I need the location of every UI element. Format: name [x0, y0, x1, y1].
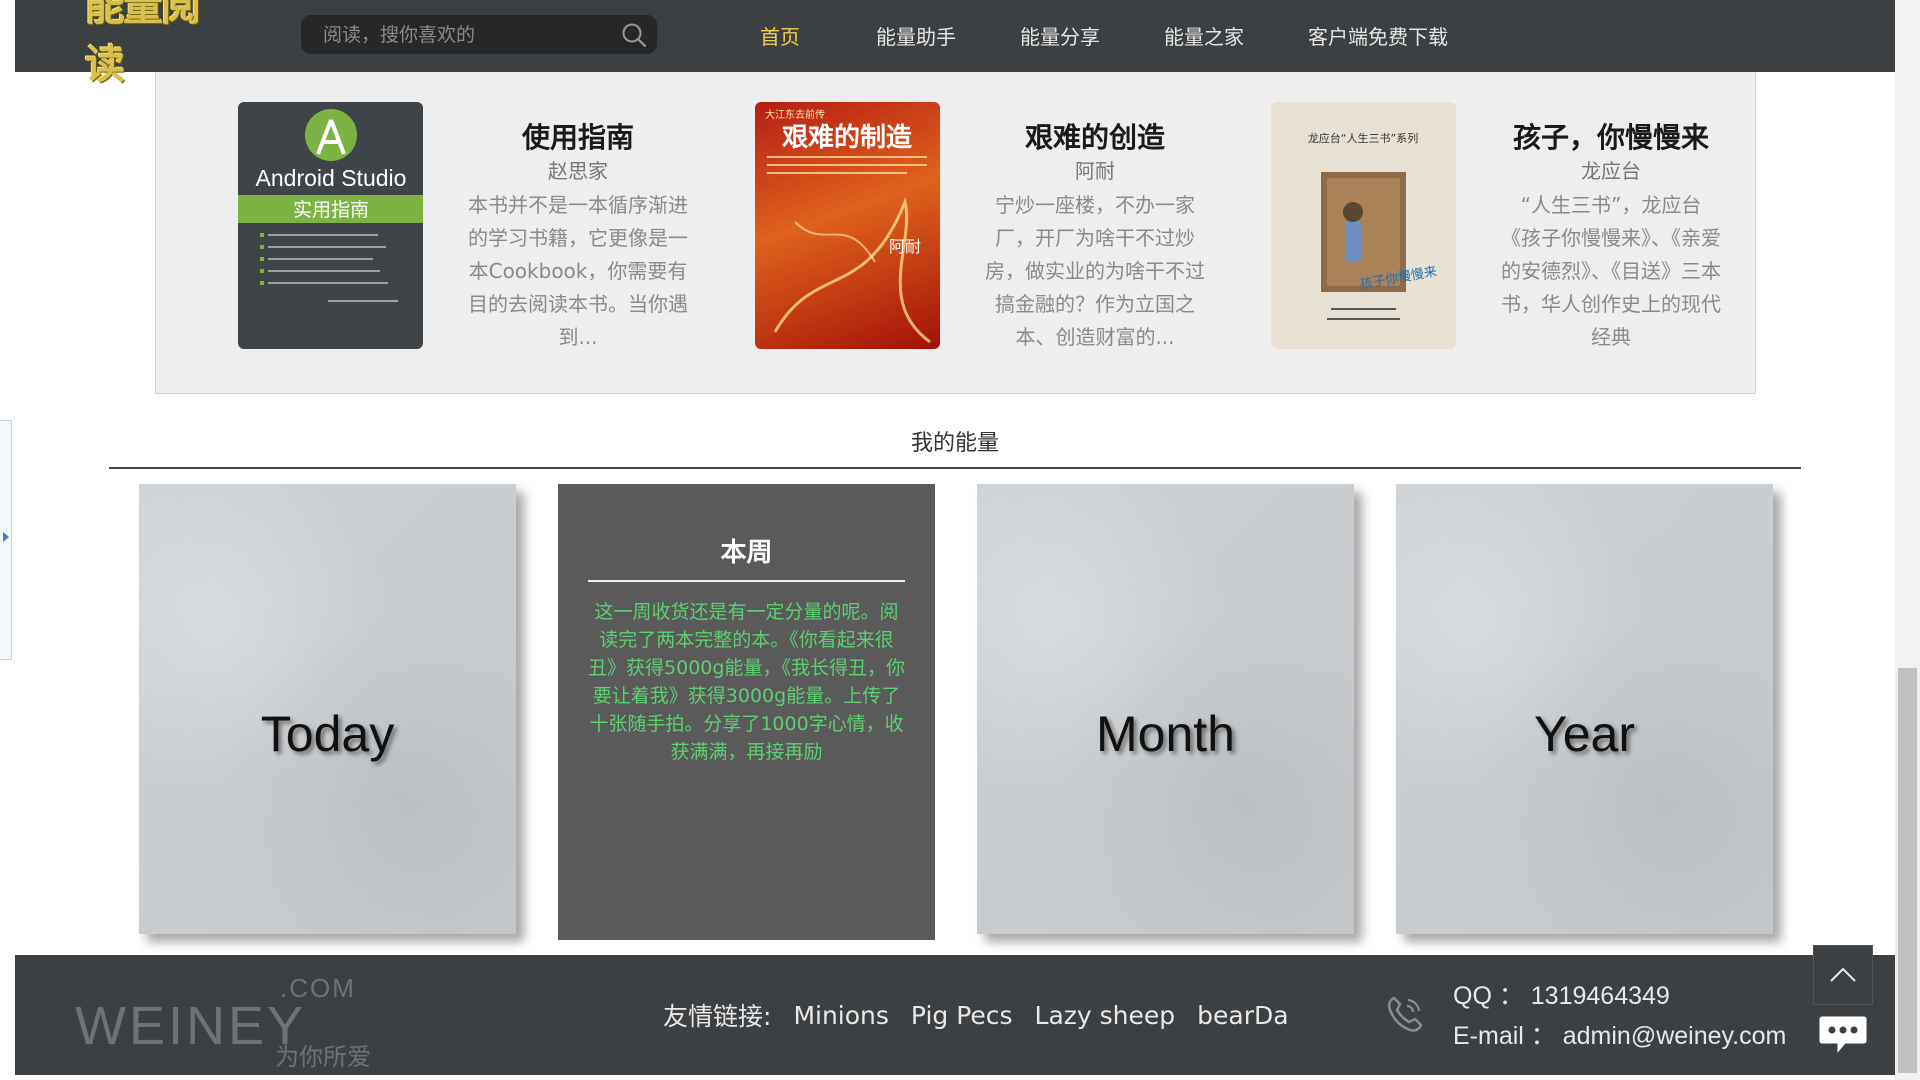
- site-header: 能量阅读 首页 能量助手 能量分享 能量之家 客户端免费下载: [15, 0, 1895, 88]
- book-description: “人生三书”，龙应台《孩子你慢慢来》、《亲爱的安德烈》、《目送》三本书，华人创作…: [1501, 193, 1721, 349]
- book-cover[interactable]: 龙应台“人生三书”系列 孩子你慢慢来: [1271, 102, 1456, 349]
- energy-card-week[interactable]: 本周 这一周收货还是有一定分量的呢。阅读完了两本完整的本。《你看起来很丑》获得5…: [558, 484, 935, 940]
- book-author: 龙应台: [1581, 159, 1641, 183]
- cover-title-line2: 实用指南: [293, 199, 369, 221]
- book-cover[interactable]: 大江东去前传 艰难的制造 阿耐: [755, 102, 940, 349]
- cover-series: 龙应台“人生三书”系列: [1308, 131, 1418, 145]
- book-title[interactable]: 使用指南: [468, 120, 688, 156]
- cover-author: 阿耐: [889, 237, 921, 256]
- book-info: 艰难的创造 阿耐 宁炒一座楼，不办一家厂，开厂为啥干不过炒房，做实业的为啥干不过…: [985, 102, 1205, 354]
- contact-info: QQ ： 1319464349 E-mail ： admin@weiney.co…: [1453, 976, 1786, 1056]
- scrollbar-thumb[interactable]: [1898, 668, 1917, 1073]
- phone-icon: [1387, 996, 1423, 1032]
- friend-link-lazy-sheep[interactable]: Lazy sheep: [1035, 1001, 1176, 1030]
- footer-slogan: 为你所爱: [275, 1043, 371, 1071]
- book-author: 阿耐: [1075, 159, 1115, 183]
- hard-manufacturing-cover-art: 大江东去前传 艰难的制造 阿耐: [765, 108, 931, 344]
- book-info: 使用指南 赵思家 本书并不是一本循序渐进的学习书籍，它更像是一本Cookbook…: [468, 102, 688, 354]
- cover-title-line1: Android Studio: [256, 165, 407, 191]
- nav-energy-share[interactable]: 能量分享: [1020, 0, 1100, 72]
- cover-subtitle: 大江东去前传: [765, 108, 825, 121]
- energy-card-month[interactable]: Month: [977, 484, 1354, 934]
- nav-home[interactable]: 首页: [760, 0, 800, 72]
- book-recommend-panel: Android Studio 实用指南 使用指南 赵思家 本书并不是一本循序渐进…: [155, 72, 1756, 394]
- footer-logo-brand: WEINEY: [75, 996, 307, 1056]
- week-divider: [588, 580, 905, 582]
- energy-card-year[interactable]: Year: [1396, 484, 1773, 934]
- book-title[interactable]: 孩子，你慢慢来: [1501, 120, 1721, 156]
- week-title: 本周: [720, 538, 773, 568]
- book-description: 本书并不是一本循序渐进的学习书籍，它更像是一本Cookbook，你需要有目的去阅…: [468, 193, 688, 349]
- chevron-up-icon: [1830, 967, 1856, 982]
- friend-link-pig-pecs[interactable]: Pig Pecs: [911, 1001, 1013, 1030]
- nav-energy-assistant[interactable]: 能量助手: [876, 0, 956, 72]
- chat-button[interactable]: [1813, 1008, 1873, 1064]
- search-box: [301, 15, 657, 54]
- week-summary: 这一周收货还是有一定分量的呢。阅读完了两本完整的本。《你看起来很丑》获得5000…: [588, 601, 905, 763]
- take-your-time-child-cover-art: 龙应台“人生三书”系列 孩子你慢慢来: [1308, 131, 1438, 320]
- book-cover[interactable]: Android Studio 实用指南: [238, 102, 423, 349]
- search-input[interactable]: [301, 15, 601, 54]
- main-nav: 首页 能量助手 能量分享 能量之家 客户端免费下载: [760, 0, 1448, 72]
- friend-links-label: 友情链接:: [663, 1002, 772, 1031]
- site-footer: .COM WEINEY 为你所爱 友情链接: Minions Pig Pecs …: [15, 955, 1895, 1075]
- book-description: 宁炒一座楼，不办一家厂，开厂为啥干不过炒房，做实业的为啥干不过搞金融的？作为立国…: [985, 193, 1205, 349]
- cover-title: 艰难的制造: [782, 122, 912, 153]
- book-info: 孩子，你慢慢来 龙应台 “人生三书”，龙应台《孩子你慢慢来》、《亲爱的安德烈》、…: [1501, 102, 1721, 354]
- contact-email[interactable]: E-mail ： admin@weiney.com: [1453, 1016, 1786, 1056]
- site-logo[interactable]: 能量阅读: [85, 0, 223, 88]
- my-energy-heading: 我的能量: [910, 431, 999, 456]
- expand-arrow-icon[interactable]: [3, 532, 9, 542]
- back-to-top-button[interactable]: [1813, 945, 1873, 1005]
- nav-client-download[interactable]: 客户端免费下载: [1308, 0, 1448, 72]
- book-author: 赵思家: [548, 159, 608, 183]
- energy-card-today[interactable]: Today: [139, 484, 516, 934]
- footer-logo[interactable]: .COM WEINEY 为你所爱: [75, 965, 375, 1071]
- search-icon[interactable]: [621, 22, 647, 48]
- friend-links: 友情链接: Minions Pig Pecs Lazy sheep bearDa: [663, 955, 1311, 1075]
- android-studio-cover-art: Android Studio 实用指南: [238, 109, 423, 302]
- friend-link-minions[interactable]: Minions: [793, 1001, 888, 1030]
- section-divider: [109, 467, 1801, 469]
- book-title[interactable]: 艰难的创造: [985, 120, 1205, 156]
- card-label: Month: [1096, 706, 1235, 762]
- card-label: Year: [1533, 706, 1636, 762]
- chat-bubble-icon: [1816, 1013, 1870, 1061]
- friend-link-bearda[interactable]: bearDa: [1197, 1001, 1288, 1030]
- contact-qq[interactable]: QQ ： 1319464349: [1453, 976, 1786, 1016]
- nav-energy-home[interactable]: 能量之家: [1164, 0, 1244, 72]
- card-label: Today: [260, 706, 395, 762]
